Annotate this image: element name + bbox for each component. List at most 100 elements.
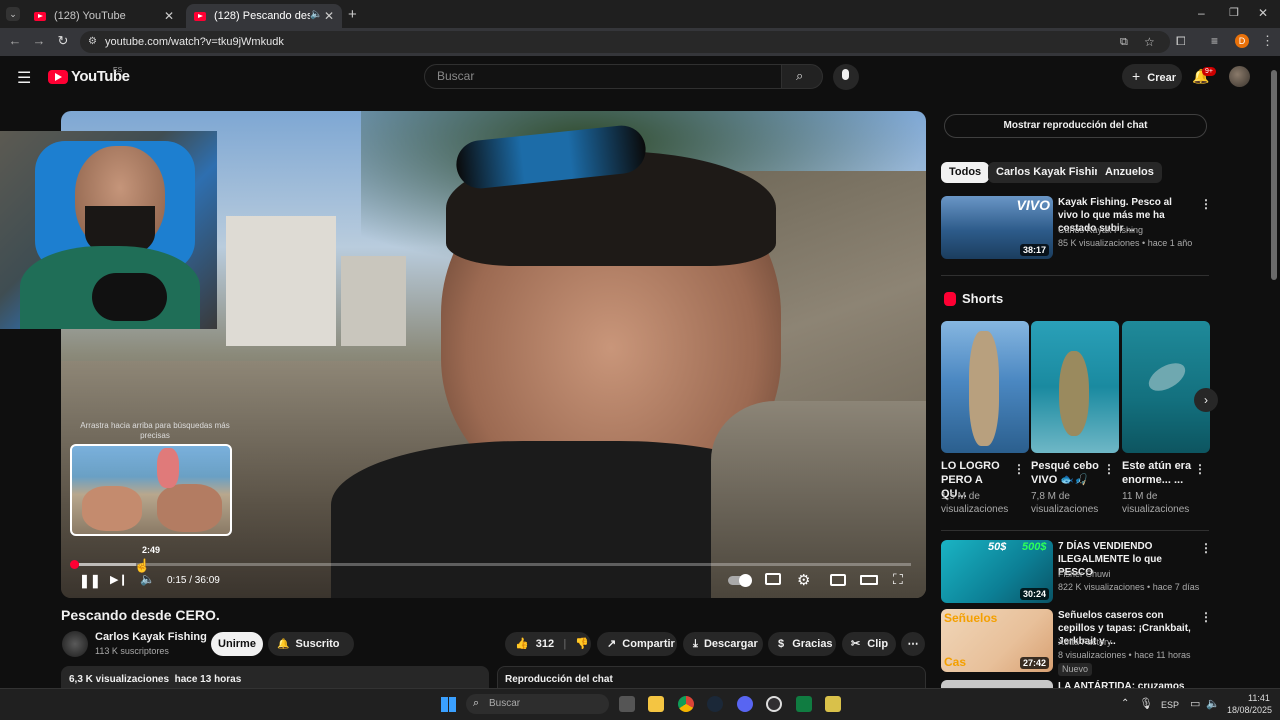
join-button[interactable]: Unirme — [211, 632, 263, 656]
recommended-channel[interactable]: Fisher Chuwi — [1058, 568, 1111, 581]
recommended-thumbnail[interactable]: 50$ 500$ 30:24 — [941, 540, 1053, 603]
recommended-thumbnail[interactable]: Señuelos Cas 27:42 — [941, 609, 1053, 672]
account-avatar[interactable] — [1229, 66, 1250, 87]
recommended-channel[interactable]: Xotta Factory — [1058, 636, 1112, 649]
search-input[interactable]: Buscar — [424, 64, 782, 89]
more-options-icon[interactable]: ⋮ — [1200, 541, 1212, 555]
taskbar-search-box[interactable]: ⌕ Buscar — [466, 694, 609, 714]
close-tab-icon[interactable]: ✕ — [324, 9, 334, 23]
app-icon[interactable] — [825, 696, 841, 712]
hamburger-menu-icon[interactable]: ☰ — [17, 68, 31, 88]
notifications-badge: 9+ — [1202, 67, 1216, 76]
close-tab-icon[interactable]: ✕ — [164, 9, 174, 23]
extensions-icon[interactable]: ⧠ — [1176, 34, 1186, 49]
show-chat-replay-button[interactable]: Mostrar reproducción del chat — [944, 114, 1207, 138]
seek-preview-hint: Arrastra hacia arriba para búsquedas más… — [80, 421, 230, 440]
theater-mode-icon[interactable] — [860, 575, 878, 585]
task-view-icon[interactable] — [619, 696, 635, 712]
chip-todos[interactable]: Todos — [941, 162, 990, 183]
more-options-icon[interactable]: ⋮ — [1013, 462, 1025, 476]
recommended-thumbnail[interactable]: VIVO 38:17 — [941, 196, 1053, 259]
short-thumbnail[interactable] — [1122, 321, 1210, 453]
thanks-button[interactable]: $ Gracias — [768, 632, 836, 656]
more-options-icon[interactable]: ⋮ — [1103, 462, 1115, 476]
subscribed-button[interactable]: 🔔 Suscrito ⌄ — [268, 632, 354, 674]
create-button[interactable]: + Crear — [1122, 64, 1182, 89]
pause-icon[interactable]: ❚❚ — [79, 573, 101, 589]
bookmark-star-icon[interactable]: ☆ — [1144, 31, 1155, 53]
file-explorer-icon[interactable] — [648, 696, 664, 712]
country-code: ES — [113, 67, 123, 74]
short-title[interactable]: Pesqué cebo VIVO 🐟🎣 — [1031, 459, 1103, 487]
excel-icon[interactable] — [796, 696, 812, 712]
discord-icon[interactable] — [737, 696, 753, 712]
chip-anzuelos[interactable]: Anzuelos — [1097, 162, 1162, 183]
audio-icon[interactable]: 🔈 — [310, 9, 322, 20]
youtube-logo-icon[interactable] — [48, 70, 68, 84]
profile-avatar[interactable]: D — [1235, 34, 1249, 48]
clock-time[interactable]: 11:41 — [1248, 693, 1270, 703]
more-options-icon[interactable]: ⋮ — [1200, 197, 1212, 211]
volume-tray-icon[interactable]: 🔈 — [1206, 697, 1220, 710]
keyboard-language[interactable]: ESP — [1161, 700, 1179, 710]
restore-button[interactable]: ❐ — [1229, 6, 1239, 19]
short-thumbnail[interactable] — [941, 321, 1029, 453]
tab-pescando[interactable]: (128) Pescando desde CERO 🔈 ✕ — [186, 4, 342, 28]
channel-avatar[interactable] — [62, 631, 88, 657]
like-count[interactable]: 312 — [536, 638, 554, 650]
fullscreen-icon[interactable]: ⛶ — [893, 571, 903, 588]
short-views: 1,5 M de visualizaciones — [941, 491, 1009, 515]
new-tab-button[interactable]: + — [348, 6, 357, 23]
site-info-icon[interactable]: ⚙ — [88, 31, 97, 53]
tray-chevron-icon[interactable]: ⌃ — [1121, 698, 1129, 709]
minimize-button[interactable]: – — [1198, 6, 1205, 20]
page-scrollbar[interactable] — [1271, 70, 1277, 280]
settings-gear-icon[interactable]: ⚙ — [797, 571, 810, 589]
steam-icon[interactable] — [707, 696, 723, 712]
divider — [941, 530, 1209, 531]
more-options-icon[interactable]: ⋮ — [1200, 610, 1212, 624]
recommended-meta: 822 K visualizaciones • hace 7 días — [1058, 582, 1200, 592]
browser-menu-icon[interactable]: ⋮ — [1261, 33, 1274, 49]
window-close-button[interactable]: ✕ — [1258, 6, 1268, 20]
voice-search-button[interactable] — [833, 64, 859, 90]
short-title[interactable]: Este atún era enorme... ... — [1122, 459, 1194, 487]
next-video-icon[interactable]: ▶❙ — [110, 573, 128, 586]
network-icon[interactable]: ▭ — [1190, 697, 1200, 710]
share-button[interactable]: ↗ Compartir — [597, 632, 677, 656]
dislike-icon[interactable]: 👎 — [575, 638, 589, 650]
short-thumbnail[interactable] — [1031, 321, 1119, 453]
tray-mic-icon[interactable]: 🎙 — [1139, 697, 1153, 710]
obs-icon[interactable] — [766, 696, 782, 712]
tab-search-icon[interactable]: ⌄ — [6, 7, 20, 21]
forward-icon[interactable]: → — [30, 33, 48, 48]
progress-bar[interactable] — [73, 563, 911, 566]
reload-icon[interactable]: ↻ — [54, 33, 72, 49]
clock-date[interactable]: 18/08/2025 — [1227, 705, 1272, 715]
progress-scrubber-handle[interactable] — [70, 560, 79, 569]
volume-icon[interactable]: 🔈 — [140, 572, 155, 586]
miniplayer-icon[interactable] — [830, 574, 846, 586]
recommended-channel[interactable]: Carlos Kayak Fishing — [1058, 224, 1143, 237]
media-icon[interactable]: ≡ — [1211, 34, 1218, 48]
chat-replay-title: Reproducción del chat — [505, 674, 613, 685]
subtitles-icon[interactable] — [765, 573, 781, 585]
shorts-next-button[interactable]: › — [1194, 388, 1218, 412]
start-windows-icon[interactable] — [441, 697, 456, 712]
recommended-title[interactable]: LA ANTÁRTIDA: cruzamos el — [1058, 680, 1193, 688]
description-box[interactable]: 6,3 K visualizaciones hace 13 horas — [61, 666, 489, 690]
download-button[interactable]: ⤓ Descargar — [683, 632, 763, 656]
search-button[interactable]: ⌕ — [781, 64, 823, 89]
more-options-icon[interactable]: ⋮ — [1194, 462, 1206, 476]
chrome-icon[interactable] — [678, 696, 694, 712]
install-app-icon[interactable]: ⧉ — [1120, 31, 1128, 53]
more-actions-button[interactable]: ⋯ — [901, 632, 925, 656]
tab-youtube[interactable]: (128) YouTube ✕ — [26, 4, 182, 28]
clip-button[interactable]: ✂ Clip — [842, 632, 896, 656]
like-icon[interactable]: 👍 — [515, 638, 529, 650]
channel-name[interactable]: Carlos Kayak Fishing — [95, 631, 207, 643]
recommended-thumbnail[interactable] — [941, 680, 1053, 688]
address-bar[interactable]: ⚙ youtube.com/watch?v=tku9jWmkudk ⧉ ☆ — [80, 31, 1170, 53]
autoplay-toggle[interactable] — [728, 574, 752, 587]
back-icon[interactable]: ← — [6, 33, 24, 48]
